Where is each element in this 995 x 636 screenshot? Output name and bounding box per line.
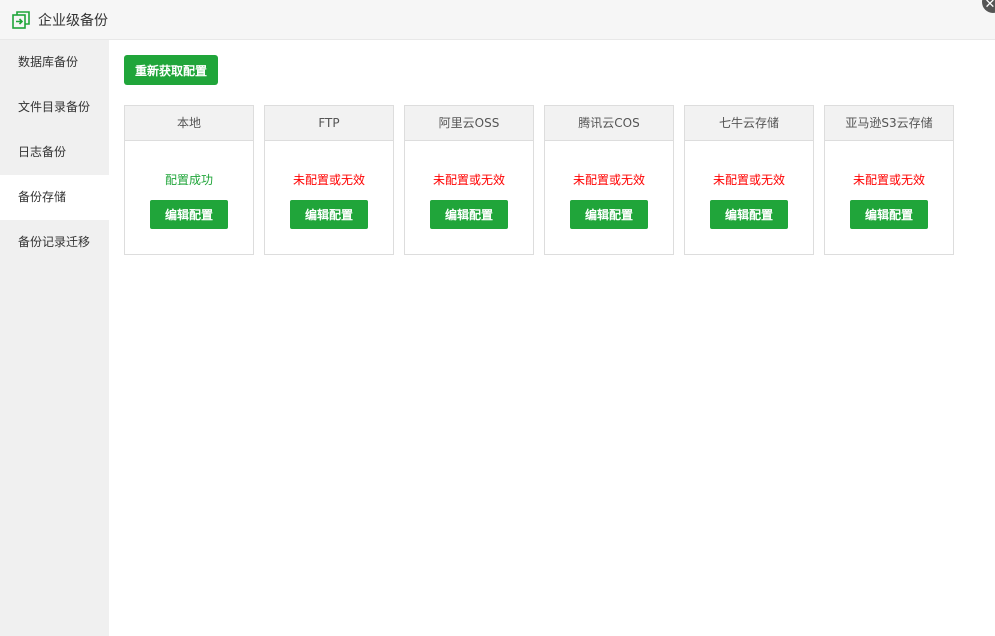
refresh-config-button[interactable]: 重新获取配置: [124, 55, 218, 85]
edit-config-button[interactable]: 编辑配置: [290, 200, 368, 229]
storage-status: 未配置或无效: [292, 173, 365, 187]
storage-card-title: 本地: [125, 106, 253, 141]
storage-status: 未配置或无效: [572, 173, 645, 187]
enterprise-backup-window: 企业级备份 ✕ 数据库备份 文件目录备份 日志备份 备份存储 备份记录迁移 重新…: [0, 0, 995, 636]
sidebar-item-database-backup[interactable]: 数据库备份: [0, 40, 109, 85]
storage-card-qiniu: 七牛云存储 未配置或无效 编辑配置: [684, 105, 814, 255]
storage-status: 未配置或无效: [432, 173, 505, 187]
edit-config-button[interactable]: 编辑配置: [430, 200, 508, 229]
storage-status: 配置成功: [164, 173, 213, 187]
sidebar-item-log-backup[interactable]: 日志备份: [0, 130, 109, 175]
storage-card-title: 亚马逊S3云存储: [825, 106, 953, 141]
backup-app-icon: [12, 10, 30, 29]
storage-card-aliyun-oss: 阿里云OSS 未配置或无效 编辑配置: [404, 105, 534, 255]
main-panel: 重新获取配置 本地 配置成功 编辑配置 FTP 未配置或无效 编辑配置 阿里云O…: [109, 40, 995, 636]
storage-cards: 本地 配置成功 编辑配置 FTP 未配置或无效 编辑配置 阿里云OSS 未配置或…: [124, 105, 964, 255]
title-bar: 企业级备份: [0, 0, 995, 40]
storage-card-title: 七牛云存储: [685, 106, 813, 141]
close-icon: ✕: [984, 0, 995, 12]
storage-card-title: 腾讯云COS: [545, 106, 673, 141]
storage-card-amazon-s3: 亚马逊S3云存储 未配置或无效 编辑配置: [824, 105, 954, 255]
storage-card-local: 本地 配置成功 编辑配置: [124, 105, 254, 255]
sidebar: 数据库备份 文件目录备份 日志备份 备份存储 备份记录迁移: [0, 40, 109, 636]
storage-card-title: FTP: [265, 106, 393, 141]
sidebar-item-record-migration[interactable]: 备份记录迁移: [0, 220, 109, 265]
storage-status: 未配置或无效: [712, 173, 785, 187]
sidebar-item-backup-storage[interactable]: 备份存储: [0, 175, 109, 220]
storage-card-title: 阿里云OSS: [405, 106, 533, 141]
sidebar-item-directory-backup[interactable]: 文件目录备份: [0, 85, 109, 130]
edit-config-button[interactable]: 编辑配置: [570, 200, 648, 229]
storage-card-tencent-cos: 腾讯云COS 未配置或无效 编辑配置: [544, 105, 674, 255]
storage-status: 未配置或无效: [852, 173, 925, 187]
window-title: 企业级备份: [38, 12, 108, 29]
edit-config-button[interactable]: 编辑配置: [710, 200, 788, 229]
edit-config-button[interactable]: 编辑配置: [850, 200, 928, 229]
edit-config-button[interactable]: 编辑配置: [150, 200, 228, 229]
storage-card-ftp: FTP 未配置或无效 编辑配置: [264, 105, 394, 255]
